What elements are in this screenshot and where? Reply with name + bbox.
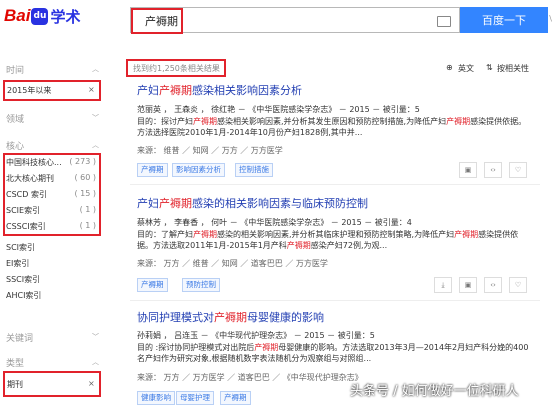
download-icon[interactable]: ⤓ bbox=[434, 277, 452, 293]
result-title-link[interactable]: 协同护理模式对产褥期母婴健康的影响 bbox=[137, 309, 324, 325]
core-item[interactable]: 中国科技核心...( 273 ) bbox=[6, 157, 96, 168]
baidu-xueshu-logo[interactable]: Bai du 学术 bbox=[4, 4, 80, 28]
core-item[interactable]: CSCD 索引( 15 ) bbox=[6, 189, 96, 200]
result-source: 来源： 万方 ／ 维普 ／ 知网 ／ 道客巴巴 ／ 万方医学 bbox=[137, 259, 328, 268]
keyword-tag[interactable]: 健康影响 bbox=[137, 391, 175, 405]
cite-icon[interactable]: ▣ bbox=[459, 162, 477, 178]
clear-time-icon[interactable]: × bbox=[88, 85, 95, 94]
domain-filter-title: 领域 bbox=[6, 115, 25, 125]
core-item[interactable]: 北大核心期刊( 60 ) bbox=[6, 173, 96, 184]
index-item[interactable]: EI索引 bbox=[6, 258, 29, 269]
result-abstract: 目的 :探讨协同护理模式对出院后产褥期母婴健康的影响。方法选取2013年3月—2… bbox=[137, 343, 529, 363]
core-item[interactable]: SCIE索引( 1 ) bbox=[6, 205, 96, 216]
core-filter-title: 核心 bbox=[6, 142, 25, 152]
corner-mark: \ bbox=[549, 14, 552, 23]
result-authors: 蔡林芳 ， 李春香 ， 何叶 － 《中华医院感染学杂志》 － 2015 － 被引… bbox=[137, 218, 412, 227]
logo-xueshu-text: 学术 bbox=[50, 7, 81, 26]
result-source: 来源： 维普 ／ 知网 ／ 万方 ／ 万方医学 bbox=[137, 146, 283, 155]
result-abstract: 目的：了解产妇产褥期感染的相关影响因素,并分析其临床护理和预防控制策略,为降低产… bbox=[137, 230, 519, 250]
keyboard-icon[interactable] bbox=[437, 16, 451, 27]
keyword-tag[interactable]: 产褥期 bbox=[137, 163, 168, 177]
result-title-link[interactable]: 产妇产褥期感染相关影响因素分析 bbox=[137, 82, 302, 98]
expand-icon[interactable]: ﹀ bbox=[92, 332, 99, 342]
keyword-tag[interactable]: 产褥期 bbox=[220, 391, 251, 405]
result-divider bbox=[130, 300, 540, 301]
logo-bai-text: Bai bbox=[4, 6, 31, 25]
favorite-icon[interactable]: ♡ bbox=[509, 162, 527, 178]
keyword-tag[interactable]: 产褥期 bbox=[137, 278, 168, 292]
result-abstract: 目的：探讨产妇产褥期感染相关影响因素,并分析其发生原因和预防控制措施,为降低产妇… bbox=[137, 117, 527, 137]
keyword-tag[interactable]: 母婴护理 bbox=[176, 391, 214, 405]
watermark-text: 头条号 / 如何做好一位科研人 bbox=[350, 384, 519, 399]
result-divider bbox=[130, 184, 540, 185]
keyword-tag[interactable]: 预防控制 bbox=[182, 278, 220, 292]
collapse-icon[interactable]: ︿ bbox=[92, 140, 99, 150]
index-item[interactable]: AHCI索引 bbox=[6, 290, 41, 301]
core-item[interactable]: CSSCI索引( 1 ) bbox=[6, 221, 96, 232]
index-item[interactable]: SCI索引 bbox=[6, 242, 35, 253]
result-title-link[interactable]: 产妇产褥期感染的相关影响因素与临床预防控制 bbox=[137, 195, 368, 211]
time-filter-title: 时间 bbox=[6, 66, 25, 76]
search-query-text: 产褥期 bbox=[145, 15, 178, 28]
search-bar: 产褥期 百度一下 bbox=[128, 7, 548, 34]
clear-type-icon[interactable]: × bbox=[88, 379, 95, 388]
keyword-filter-title: 关键词 bbox=[6, 334, 34, 344]
result-authors: 孙莉娟 ， 吕连玉 － 《中华现代护理杂志》 － 2015 － 被引量：5 bbox=[137, 331, 375, 340]
time-selected-value: 2015年以来 bbox=[7, 86, 52, 95]
sort-relevance[interactable]: 按相关性 bbox=[497, 63, 529, 74]
sort-icon: ⇅ bbox=[486, 63, 493, 72]
favorite-icon[interactable]: ♡ bbox=[509, 277, 527, 293]
collapse-icon[interactable]: ︿ bbox=[92, 64, 99, 74]
expand-icon[interactable]: ﹀ bbox=[92, 113, 99, 123]
type-selected-value: 期刊 bbox=[7, 380, 23, 389]
code-icon[interactable]: ‹› bbox=[484, 162, 502, 178]
paw-icon: du bbox=[31, 7, 49, 25]
code-icon[interactable]: ‹› bbox=[484, 277, 502, 293]
type-filter-title: 类型 bbox=[6, 359, 25, 369]
keyword-tag[interactable]: 控制措施 bbox=[235, 163, 273, 177]
search-button[interactable]: 百度一下 bbox=[460, 7, 548, 33]
keyword-tag[interactable]: 影响因素分析 bbox=[172, 163, 225, 177]
result-count: 找到约1,250条相关结果 bbox=[133, 64, 220, 73]
search-input[interactable]: 产褥期 bbox=[130, 7, 460, 34]
result-authors: 范丽英 ， 王森炎 ， 徐红艳 － 《中华医院感染学杂志》 － 2015 － 被… bbox=[137, 105, 420, 114]
collapse-icon[interactable]: ︿ bbox=[92, 357, 99, 367]
english-toggle[interactable]: 英文 bbox=[458, 63, 474, 74]
globe-icon: ⊕ bbox=[446, 63, 453, 72]
index-item[interactable]: SSCI索引 bbox=[6, 274, 40, 285]
cite-icon[interactable]: ▣ bbox=[459, 277, 477, 293]
result-source: 来源： 万方 ／ 万方医学 ／ 道客巴巴 ／ 《中华现代护理杂志》 bbox=[137, 373, 363, 382]
